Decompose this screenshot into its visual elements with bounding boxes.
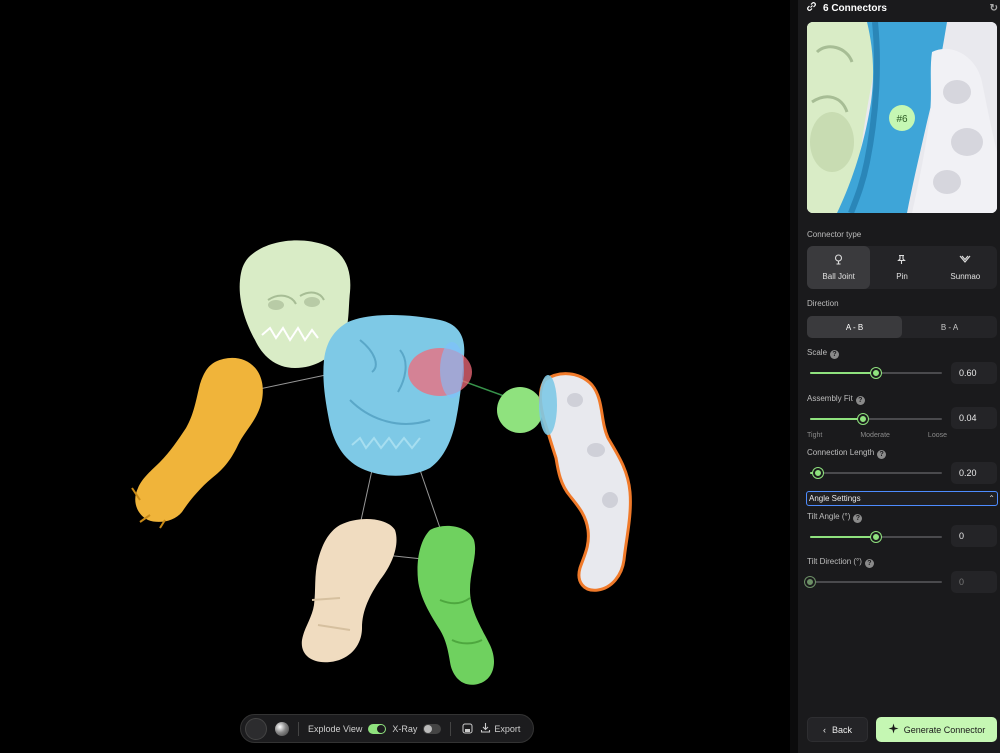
tilt-direction-label: Tilt Direction (°)? xyxy=(807,557,874,568)
download-icon xyxy=(480,722,491,735)
help-icon[interactable]: ? xyxy=(877,450,887,459)
assembly-fit-slider[interactable] xyxy=(810,413,942,425)
tilt-angle-slider[interactable] xyxy=(810,531,942,543)
scale-value-input[interactable]: 0.60 xyxy=(951,362,997,384)
connection-length-slider[interactable] xyxy=(810,467,942,479)
direction-label: Direction xyxy=(807,299,839,308)
sparkle-icon xyxy=(888,723,899,736)
direction-b-a[interactable]: B - A xyxy=(902,316,997,338)
material-sphere-icon[interactable] xyxy=(275,721,289,736)
connector-type-label-pin: Pin xyxy=(896,272,908,281)
assembly-fit-ticks: Tight Moderate Loose xyxy=(807,432,947,439)
right-arm-part[interactable] xyxy=(538,372,632,592)
connector-preview[interactable]: #6 xyxy=(807,22,997,213)
toolbar-divider xyxy=(298,721,299,736)
export-button[interactable]: Export xyxy=(480,722,520,735)
link-icon xyxy=(806,1,817,15)
back-button[interactable]: ‹ Back xyxy=(807,717,868,742)
color-swatch-icon[interactable] xyxy=(245,717,267,740)
pin-icon xyxy=(896,254,907,268)
connector-type-label-sunmao: Sunmao xyxy=(950,272,981,281)
back-label: Back xyxy=(831,724,852,735)
help-icon[interactable]: ? xyxy=(855,396,865,405)
right-leg-part[interactable] xyxy=(417,525,495,685)
xray-label: X-Ray xyxy=(392,723,418,734)
3d-viewport[interactable]: Explode View X-Ray Export xyxy=(0,0,790,753)
connection-length-label: Connection Length? xyxy=(807,448,887,459)
tick-moderate: Moderate xyxy=(860,432,890,439)
chevron-up-icon: ⌃ xyxy=(988,494,995,503)
explode-view-label: Explode View xyxy=(308,723,363,734)
connector-type-pin[interactable]: Pin xyxy=(870,246,933,289)
chevron-left-icon: ‹ xyxy=(822,724,826,735)
sunmao-icon xyxy=(959,254,971,268)
direction-a-b[interactable]: A - B xyxy=(807,316,902,338)
toolbar-divider xyxy=(450,721,452,736)
left-arm-part[interactable] xyxy=(131,357,263,529)
generate-label: Generate Connector xyxy=(903,724,986,735)
assembly-fit-label: Assembly Fit? xyxy=(807,394,865,405)
tilt-direction-value-input[interactable]: 0 xyxy=(951,571,997,593)
help-icon[interactable]: ? xyxy=(830,350,840,359)
help-icon[interactable]: ? xyxy=(864,559,874,568)
left-leg-part[interactable] xyxy=(301,518,397,663)
angle-settings-label: Angle Settings xyxy=(809,494,861,503)
tilt-direction-slider[interactable] xyxy=(805,576,942,588)
connector-type-label: Connector type xyxy=(807,230,862,239)
export-label: Export xyxy=(494,723,521,734)
preview-image: #6 xyxy=(807,22,997,213)
connector-ball[interactable] xyxy=(497,387,543,433)
scale-slider[interactable] xyxy=(810,367,942,379)
ball-joint-icon xyxy=(833,254,844,268)
assembly-fit-value-input[interactable]: 0.04 xyxy=(951,407,997,429)
connector-type-ball-joint[interactable]: Ball Joint xyxy=(807,246,871,289)
connection-length-value-input[interactable]: 0.20 xyxy=(951,462,997,484)
panel-header: 6 Connectors ↻ xyxy=(806,1,998,15)
connector-type-sunmao[interactable]: Sunmao xyxy=(934,246,997,289)
help-icon[interactable]: ? xyxy=(853,514,863,523)
svg-text:#6: #6 xyxy=(896,114,908,125)
angle-settings-header[interactable]: Angle Settings ⌃ xyxy=(806,491,998,506)
tilt-angle-value-input[interactable]: 0 xyxy=(951,525,997,547)
screenshot-icon[interactable] xyxy=(460,722,474,736)
connector-type-label-ball: Ball Joint xyxy=(822,272,855,281)
model-scene[interactable] xyxy=(0,0,790,753)
viewport-toolbar: Explode View X-Ray Export xyxy=(240,714,534,743)
tick-loose: Loose xyxy=(927,432,947,439)
generate-connector-button[interactable]: Generate Connector xyxy=(876,717,997,742)
connector-panel: 6 Connectors ↻ #6 Connector type Ball Jo… xyxy=(798,0,1000,753)
tick-tight: Tight xyxy=(807,432,823,439)
tilt-angle-label: Tilt Angle (°)? xyxy=(807,512,863,523)
connector-type-selector: Ball Joint Pin Sunmao xyxy=(807,246,997,289)
refresh-icon[interactable]: ↻ xyxy=(990,3,998,14)
direction-selector: A - B B - A xyxy=(807,316,997,338)
scale-label: Scale? xyxy=(807,348,840,359)
panel-title: 6 Connectors xyxy=(823,2,887,14)
xray-toggle[interactable] xyxy=(423,723,442,734)
panel-divider[interactable] xyxy=(790,0,798,753)
explode-view-toggle[interactable] xyxy=(368,723,387,734)
